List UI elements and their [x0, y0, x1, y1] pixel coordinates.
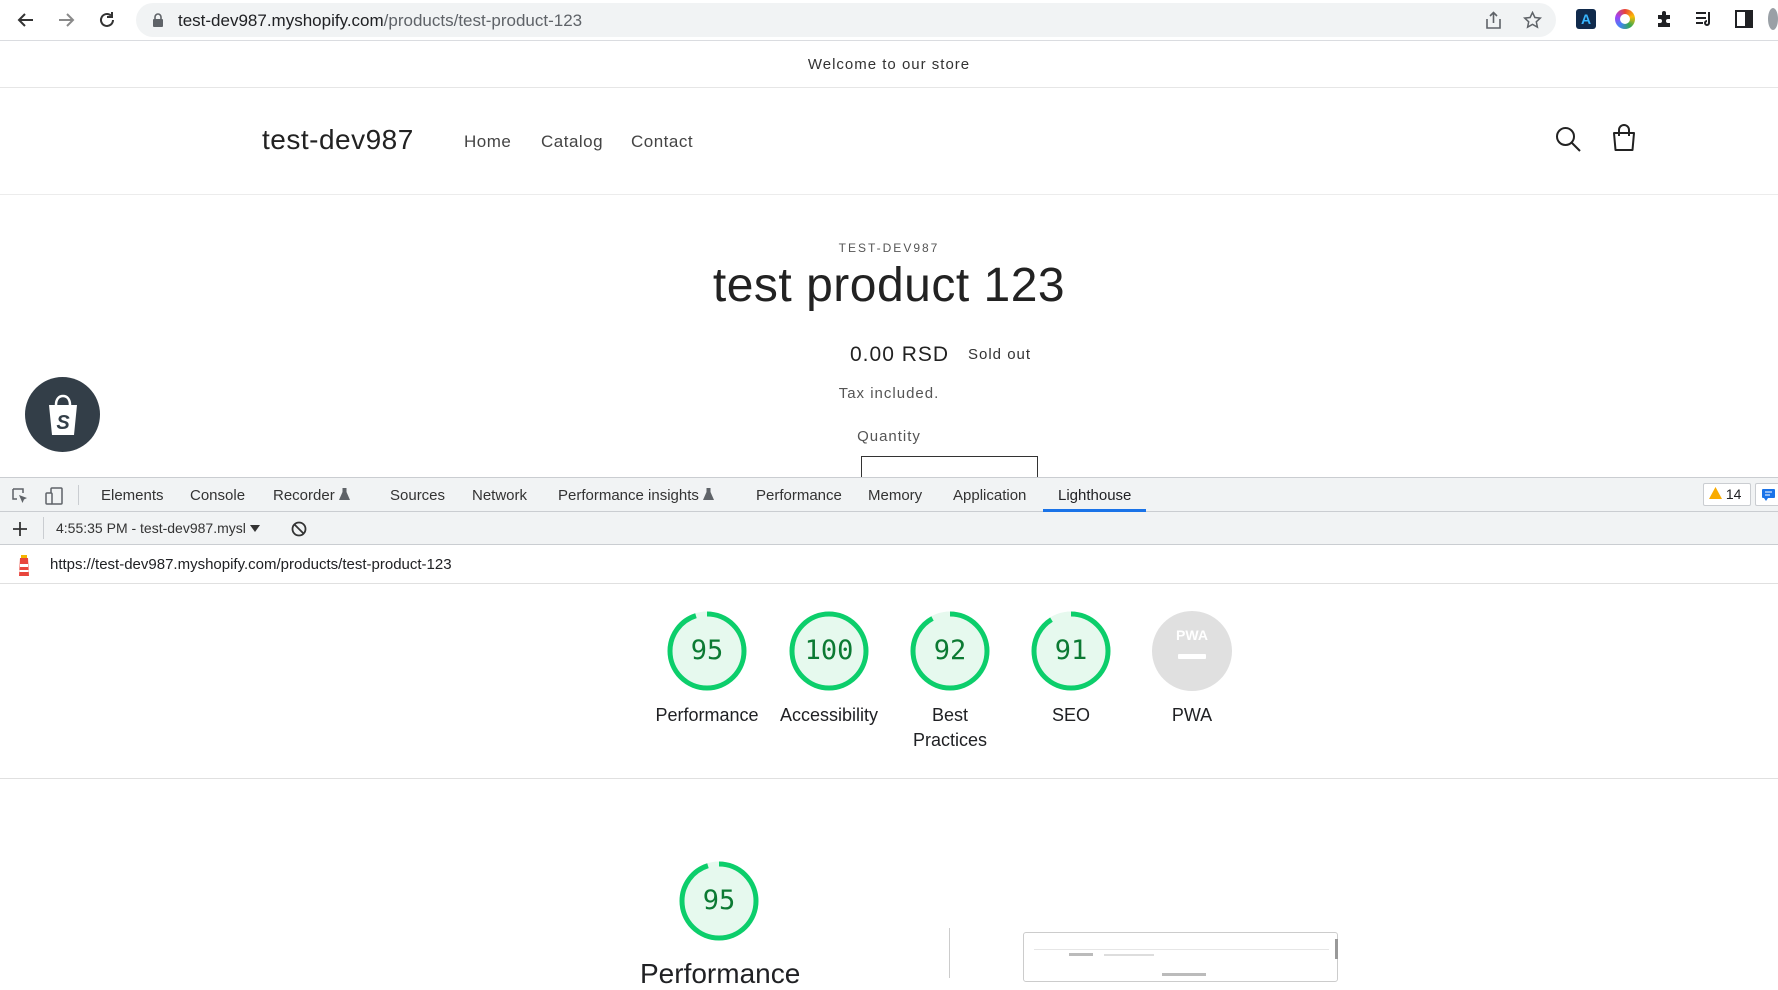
warning-icon [1709, 487, 1722, 499]
tab-recorder[interactable]: Recorder [273, 487, 350, 504]
product-vendor: TEST-DEV987 [838, 241, 940, 255]
tab-memory[interactable]: Memory [868, 487, 922, 504]
pwa-gauge[interactable]: PWA [1151, 610, 1233, 692]
shop-name-link[interactable]: test-dev987 [262, 124, 414, 156]
shopify-bag-icon: S [48, 394, 77, 435]
browser-toolbar: test-dev987.myshopify.com/products/test-… [0, 0, 1778, 41]
accessibility-label: Accessibility [779, 705, 879, 725]
tab-performance[interactable]: Performance [756, 487, 842, 504]
cart-icon[interactable] [1611, 124, 1637, 152]
dropdown-arrow-icon [249, 525, 260, 532]
product-price: 0.00 RSD [850, 343, 950, 366]
performance-main-gauge[interactable]: 95 [678, 860, 760, 942]
nav-contact-link[interactable]: Contact [631, 132, 693, 152]
puzzle-icon[interactable] [1653, 8, 1675, 30]
share-icon[interactable] [1484, 11, 1503, 30]
extension-a-icon[interactable]: A [1575, 8, 1597, 30]
clear-icon[interactable] [291, 521, 307, 537]
add-report-icon[interactable] [13, 522, 27, 536]
tab-sources[interactable]: Sources [390, 487, 445, 504]
tab-network[interactable]: Network [472, 487, 527, 504]
flask-icon [338, 488, 350, 500]
device-toolbar-icon[interactable] [44, 486, 64, 506]
tab-application[interactable]: Application [953, 487, 1026, 504]
reading-list-icon[interactable] [1693, 8, 1715, 30]
final-screenshot-thumbnail[interactable] [1023, 932, 1338, 982]
flask-icon [703, 488, 715, 500]
pwa-label: PWA [1171, 705, 1213, 725]
address-bar[interactable]: test-dev987.myshopify.com/products/test-… [136, 3, 1556, 37]
quantity-input[interactable] [861, 456, 1038, 478]
tab-console[interactable]: Console [190, 487, 245, 504]
reload-button[interactable] [93, 6, 121, 34]
tab-performance-insights[interactable]: Performance insights [558, 487, 715, 504]
lighthouse-toolbar: 4:55:35 PM - test-dev987.mysl [0, 512, 1778, 545]
toolbar-divider [43, 517, 44, 539]
report-divider [0, 778, 1778, 779]
tax-note: Tax included. [838, 385, 940, 402]
report-url[interactable]: https://test-dev987.myshopify.com/produc… [50, 556, 452, 573]
arrow-right-icon [59, 13, 75, 27]
accessibility-gauge[interactable]: 100 [788, 610, 870, 692]
report-select[interactable]: 4:55:35 PM - test-dev987.mysl [56, 520, 260, 536]
store-header: test-dev987 Home Catalog Contact [0, 88, 1778, 195]
best-label: Best Practices [912, 705, 988, 750]
performance-main-score: 95 [702, 885, 736, 916]
back-button[interactable] [12, 6, 40, 34]
search-icon[interactable] [1555, 126, 1581, 152]
star-icon[interactable] [1523, 11, 1542, 30]
devtools-tabbar: Elements Console Recorder Sources Networ… [0, 477, 1778, 512]
performance-score: 95 [690, 635, 724, 666]
performance-label: Performance [655, 705, 759, 725]
performance-main-label: Performance [640, 958, 801, 989]
pwa-badge-icon: PWA [1152, 611, 1232, 691]
inspect-element-icon[interactable] [11, 487, 29, 505]
tab-lighthouse[interactable]: Lighthouse [1058, 487, 1131, 504]
reload-icon [100, 12, 114, 27]
profile-avatar[interactable] [1768, 8, 1778, 30]
shopify-bag-button[interactable]: S [25, 377, 100, 452]
seo-score: 91 [1054, 635, 1088, 666]
messages-badge[interactable] [1755, 483, 1778, 506]
pwa-badge-text: PWA [1176, 627, 1208, 643]
message-icon [1762, 489, 1775, 501]
announcement-bar: Welcome to our store [0, 41, 1778, 88]
quantity-label: Quantity [857, 428, 921, 445]
seo-label: SEO [1051, 705, 1090, 725]
seo-gauge[interactable]: 91 [1030, 610, 1112, 692]
report-url-bar: https://test-dev987.myshopify.com/produc… [0, 545, 1778, 584]
warnings-badge[interactable]: 14 [1703, 483, 1751, 506]
svg-text:S: S [56, 412, 70, 434]
tab-elements[interactable]: Elements [101, 487, 164, 504]
url-text: test-dev987.myshopify.com/products/test-… [178, 11, 583, 30]
forward-button[interactable] [52, 6, 80, 34]
tab-divider [78, 485, 79, 505]
side-panel-icon[interactable] [1733, 8, 1755, 30]
lock-icon [153, 13, 163, 27]
extension-color-icon[interactable] [1614, 8, 1636, 30]
best-score: 92 [933, 635, 967, 666]
sold-out-badge: Sold out [968, 346, 1032, 363]
best-gauge[interactable]: 92 [909, 610, 991, 692]
lighthouse-icon [19, 555, 29, 576]
arrow-left-icon [17, 13, 33, 27]
accessibility-score: 100 [804, 635, 854, 666]
lighthouse-report [0, 584, 1778, 978]
product-title: test product 123 [712, 259, 1066, 312]
nav-catalog-link[interactable]: Catalog [541, 132, 603, 152]
performance-gauge[interactable]: 95 [666, 610, 748, 692]
nav-home-link[interactable]: Home [464, 132, 511, 152]
section-divider [949, 928, 950, 978]
